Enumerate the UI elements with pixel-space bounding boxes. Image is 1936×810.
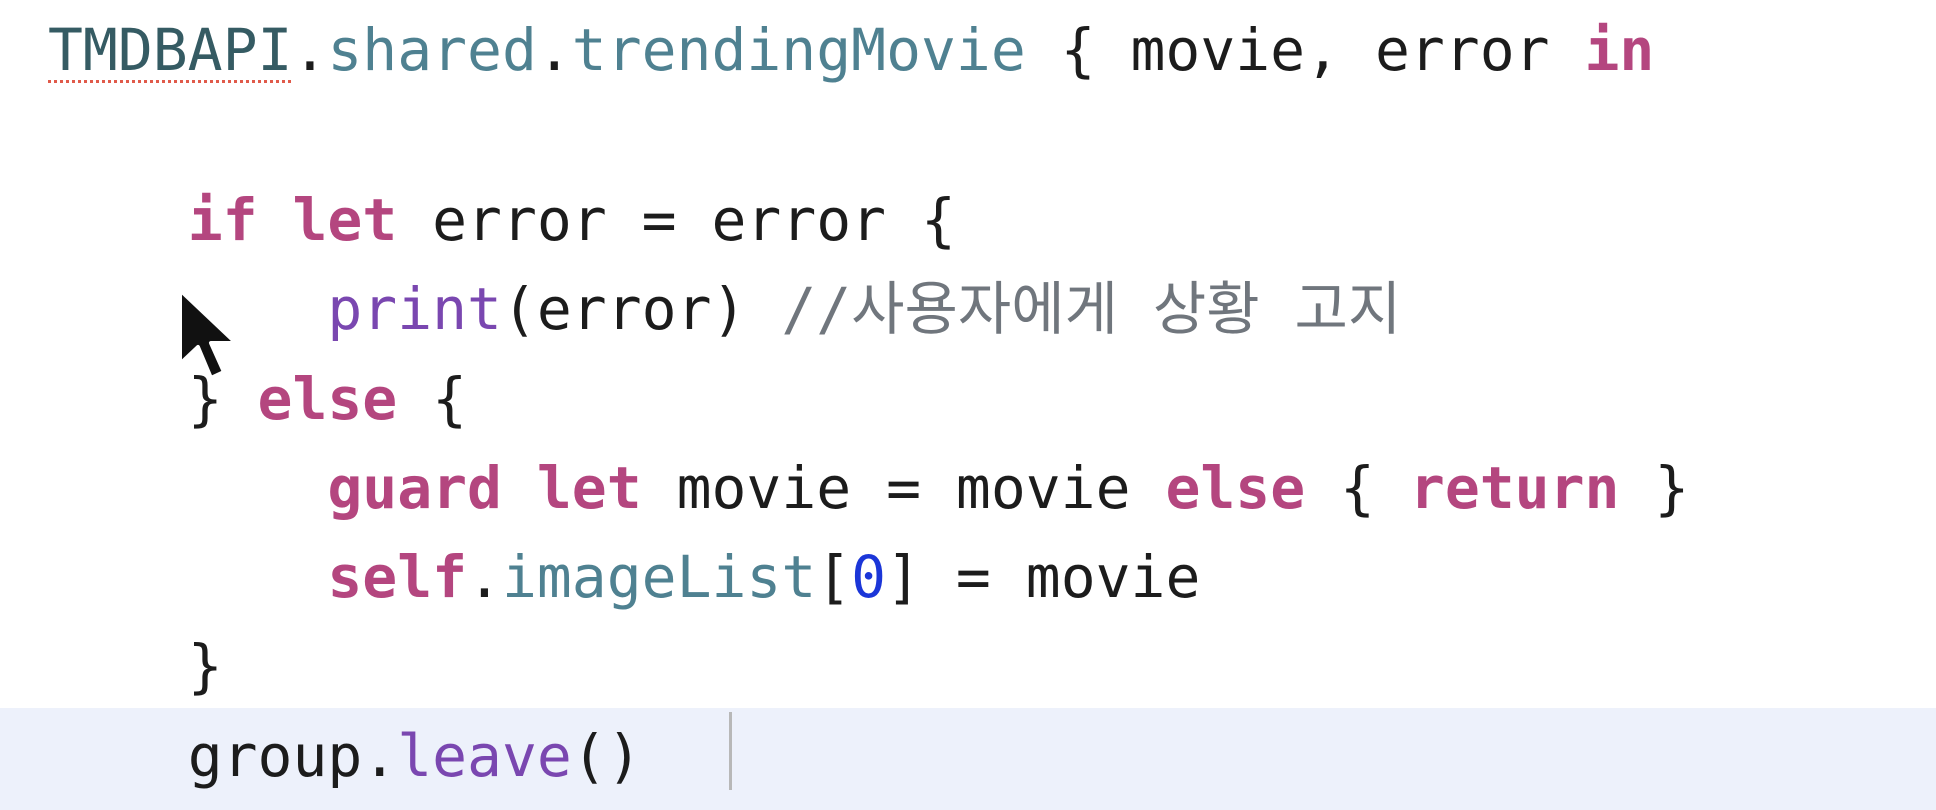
code-token-plain: ] = movie — [886, 543, 1201, 611]
text-caret — [729, 712, 732, 790]
code-token-keyword: return — [1409, 454, 1620, 522]
code-token-keyword: self — [327, 543, 468, 611]
code-token-keyword: if — [187, 186, 258, 254]
code-token-comment: //사용자에게 상황 고지 — [781, 275, 1402, 343]
code-token-plain: { movie, error — [1025, 16, 1585, 84]
code-line[interactable]: TMDBAPI.shared.trendingMovie { movie, er… — [48, 6, 1936, 94]
code-line[interactable]: self.imageList[0] = movie — [48, 533, 1936, 621]
code-token-plain: { — [397, 365, 468, 433]
code-token-plain: (error) — [501, 275, 782, 343]
mouse-pointer-icon — [178, 288, 238, 380]
code-token-plain: [ — [816, 543, 852, 611]
code-line[interactable] — [48, 96, 1936, 184]
code-line-current[interactable]: group.leave() — [48, 712, 1936, 800]
code-token-keyword: guard — [327, 454, 502, 522]
code-token-plain: error = error { — [397, 186, 956, 254]
code-token-plain: } — [187, 632, 223, 700]
code-token-library-call: leave — [397, 722, 572, 790]
code-token-keyword: else — [257, 365, 398, 433]
code-token-plain: { — [1305, 454, 1410, 522]
code-token-type: TMDBAPI — [48, 16, 293, 84]
code-token-keyword: else — [1165, 454, 1306, 522]
code-token-method: shared — [327, 16, 537, 84]
code-editor[interactable]: TMDBAPI.shared.trendingMovie { movie, er… — [0, 0, 1936, 810]
code-token-plain: . — [536, 16, 572, 84]
code-token-method: trendingMovie — [571, 16, 1026, 84]
code-token-keyword: in — [1584, 16, 1655, 84]
code-token-plain: . — [292, 16, 328, 84]
code-token-plain: . — [362, 722, 398, 790]
code-token-plain: () — [571, 722, 642, 790]
code-line[interactable]: print(error) //사용자에게 상황 고지 — [48, 265, 1936, 353]
code-token-plain: . — [467, 543, 502, 611]
code-line[interactable]: } — [48, 622, 1936, 710]
code-token-plain: } — [1619, 454, 1690, 522]
code-token-plain: group — [187, 722, 363, 790]
code-token-number: 0 — [851, 543, 887, 611]
code-token-library-call: print — [327, 275, 502, 343]
code-line[interactable]: if let error = error { — [48, 176, 1936, 264]
code-line[interactable]: } else { — [48, 355, 1936, 443]
code-token-method: imageList — [501, 543, 817, 611]
code-line[interactable]: guard let movie = movie else { return } — [48, 444, 1936, 532]
code-token-keyword: let — [292, 186, 398, 254]
code-token-plain: movie = movie — [641, 454, 1166, 522]
code-token-keyword: let — [536, 454, 642, 522]
